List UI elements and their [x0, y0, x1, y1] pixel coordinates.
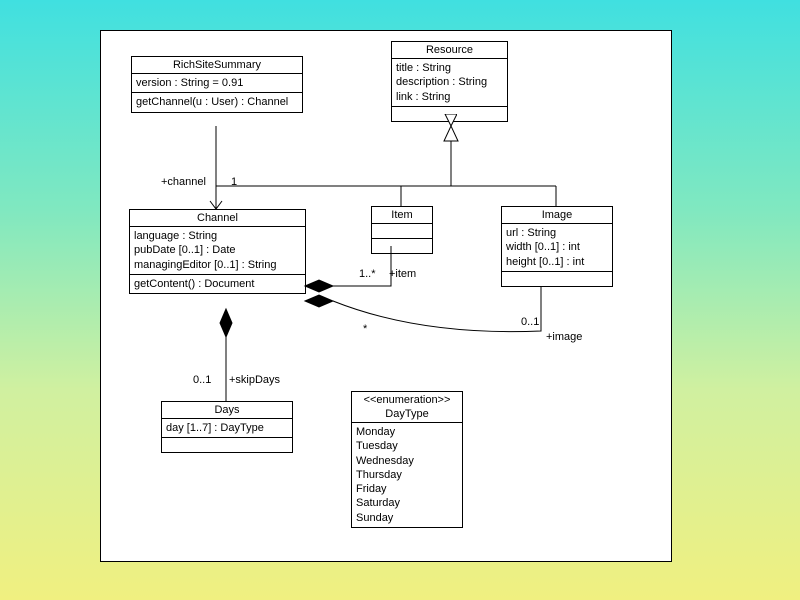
class-resource: Resource title : String description : St…: [391, 41, 508, 122]
attribute: managingEditor [0..1] : String: [134, 258, 301, 272]
literal: Saturday: [356, 496, 458, 510]
attributes: language : String pubDate [0..1] : Date …: [130, 227, 305, 275]
attributes: url : String width [0..1] : int height […: [502, 224, 612, 272]
stereotype-text: <<enumeration>>: [364, 394, 451, 406]
label-image-role: +image: [546, 331, 582, 343]
class-channel: Channel language : String pubDate [0..1]…: [129, 209, 306, 294]
attribute: day [1..7] : DayType: [166, 421, 288, 435]
attribute: pubDate [0..1] : Date: [134, 243, 301, 257]
class-name: DayType: [352, 406, 462, 423]
class-name: Resource: [392, 42, 507, 59]
literal: Wednesday: [356, 454, 458, 468]
class-name: Item: [372, 207, 432, 224]
label-item-mult: 1..*: [359, 268, 376, 280]
class-days: Days day [1..7] : DayType: [161, 401, 293, 453]
attributes: day [1..7] : DayType: [162, 419, 292, 438]
operations: [392, 107, 507, 121]
label-image-mult: 0..1: [521, 316, 539, 328]
class-stereotype: <<enumeration>>: [352, 392, 462, 406]
operations: [372, 239, 432, 253]
operations: getContent() : Document: [130, 275, 305, 293]
label-image-star: *: [363, 323, 367, 335]
class-item: Item: [371, 206, 433, 254]
literal: Friday: [356, 482, 458, 496]
class-name: Image: [502, 207, 612, 224]
literal: Tuesday: [356, 439, 458, 453]
operations: [502, 272, 612, 286]
attribute: version : String = 0.91: [136, 76, 298, 90]
literal: Monday: [356, 425, 458, 439]
operations: getChannel(u : User) : Channel: [132, 93, 302, 111]
label-channel-role: +channel: [161, 176, 206, 188]
attribute: language : String: [134, 229, 301, 243]
label-skip-role: +skipDays: [229, 374, 280, 386]
attributes: version : String = 0.91: [132, 74, 302, 93]
literals: Monday Tuesday Wednesday Thursday Friday…: [352, 423, 462, 527]
literal: Thursday: [356, 468, 458, 482]
attribute: url : String: [506, 226, 608, 240]
attributes: title : String description : String link…: [392, 59, 507, 107]
class-richsitesummary: RichSiteSummary version : String = 0.91 …: [131, 56, 303, 113]
attribute: description : String: [396, 75, 503, 89]
class-name: Channel: [130, 210, 305, 227]
operations: [162, 438, 292, 452]
attribute: width [0..1] : int: [506, 240, 608, 254]
operation: getChannel(u : User) : Channel: [136, 95, 298, 109]
attribute: link : String: [396, 90, 503, 104]
attributes: [372, 224, 432, 239]
class-image: Image url : String width [0..1] : int he…: [501, 206, 613, 287]
literal: Sunday: [356, 511, 458, 525]
attribute: height [0..1] : int: [506, 255, 608, 269]
attribute: title : String: [396, 61, 503, 75]
operation: getContent() : Document: [134, 277, 301, 291]
diagram-canvas: RichSiteSummary version : String = 0.91 …: [100, 30, 672, 562]
label-skip-mult: 0..1: [193, 374, 211, 386]
label-item-role: +item: [389, 268, 416, 280]
class-name: Days: [162, 402, 292, 419]
class-name: RichSiteSummary: [132, 57, 302, 74]
label-channel-mult: 1: [231, 176, 237, 188]
class-daytype: <<enumeration>> DayType Monday Tuesday W…: [351, 391, 463, 528]
